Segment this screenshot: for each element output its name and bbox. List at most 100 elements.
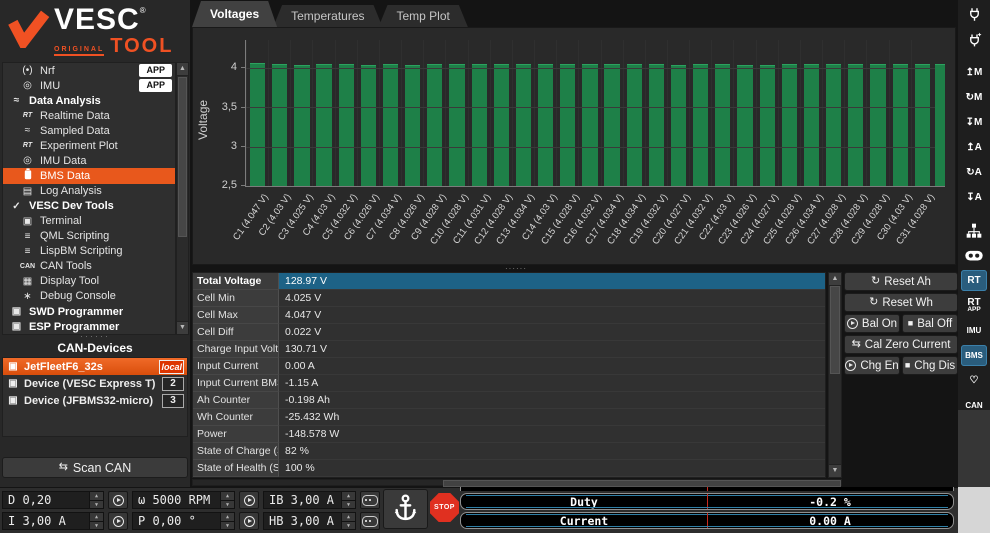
spin-down-icon[interactable]: ▼ bbox=[90, 521, 103, 530]
rt-data-icon[interactable]: RT bbox=[961, 270, 987, 291]
rt-app-icon[interactable]: RTAPP bbox=[961, 295, 987, 316]
spin-up-icon[interactable]: ▲ bbox=[342, 492, 355, 500]
spin-down-icon[interactable]: ▼ bbox=[221, 521, 234, 530]
heart-icon[interactable]: ♡ bbox=[961, 370, 987, 391]
duty-setpoint-input[interactable]: D 0,20▲▼ bbox=[2, 491, 104, 509]
position-setpoint-input[interactable]: P 0,00 °▲▼ bbox=[132, 512, 235, 530]
scroll-up-icon[interactable]: ▲ bbox=[177, 63, 188, 76]
spin-down-icon[interactable]: ▼ bbox=[90, 500, 103, 509]
tab-temperatures[interactable]: Temperatures bbox=[273, 5, 382, 27]
spin-down-icon[interactable]: ▼ bbox=[221, 500, 234, 509]
table-row-cell-min[interactable]: Cell Min4.025 V bbox=[193, 290, 825, 307]
tab-temp-plot[interactable]: Temp Plot bbox=[379, 5, 468, 27]
spin-down-icon[interactable]: ▼ bbox=[342, 521, 355, 530]
chg-en-button[interactable]: Chg En bbox=[844, 356, 900, 375]
bms-page-icon[interactable]: BMS bbox=[961, 345, 987, 366]
spinner-arrows[interactable]: ▲▼ bbox=[220, 513, 234, 529]
read-motor-config-icon[interactable]: ↧M bbox=[961, 112, 987, 133]
connect-icon[interactable] bbox=[961, 4, 987, 25]
imu-page-icon[interactable]: IMU bbox=[961, 320, 987, 341]
spinner-arrows[interactable]: ▲▼ bbox=[89, 513, 103, 529]
write-motor-config-icon[interactable]: ↥M bbox=[961, 62, 987, 83]
reload-app-config-icon[interactable]: ↻A bbox=[961, 162, 987, 183]
sidebar-item-qml-scripting[interactable]: ≡QML Scripting bbox=[3, 229, 175, 244]
tab-voltages[interactable]: Voltages bbox=[192, 1, 277, 27]
scrollbar-thumb[interactable] bbox=[830, 286, 840, 374]
current-brake-setpoint-input[interactable]: IB 3,00 A▲▼ bbox=[263, 491, 356, 509]
handbrake-setpoint-input[interactable]: HB 3,00 A▲▼ bbox=[263, 512, 356, 530]
sidebar-item-vesc-dev-tools[interactable]: ✓VESC Dev Tools bbox=[3, 199, 175, 214]
scrollbar-thumb[interactable] bbox=[443, 480, 841, 487]
can-device-device-jfbms32-micro[interactable]: ▣Device (JFBMS32-micro)3 bbox=[3, 392, 187, 409]
write-app-config-icon[interactable]: ↥A bbox=[961, 137, 987, 158]
can-device-jetfleetf6-32s[interactable]: ▣JetFleetF6_32slocal bbox=[3, 358, 187, 375]
sidebar-item-can-tools[interactable]: CANCAN Tools bbox=[3, 259, 175, 274]
spin-up-icon[interactable]: ▲ bbox=[221, 492, 234, 500]
table-row-wh-counter[interactable]: Wh Counter-25.432 Wh bbox=[193, 409, 825, 426]
sidebar-item-display-tool[interactable]: ▦Display Tool bbox=[3, 274, 175, 289]
spin-up-icon[interactable]: ▲ bbox=[90, 513, 103, 521]
bal-off-button[interactable]: ■Bal Off bbox=[902, 314, 958, 333]
keyboard-control-button[interactable] bbox=[360, 512, 380, 530]
sidebar-item-debug-console[interactable]: ∗Debug Console bbox=[3, 289, 175, 304]
sidebar-item-sampled-data[interactable]: ≈Sampled Data bbox=[3, 123, 175, 138]
read-app-config-icon[interactable]: ↧A bbox=[961, 187, 987, 208]
sidebar-item-imu[interactable]: ◎IMUAPP bbox=[3, 78, 175, 93]
scan-can-button[interactable]: ⇆ Scan CAN bbox=[2, 457, 188, 478]
spin-down-icon[interactable]: ▼ bbox=[342, 500, 355, 509]
scroll-down-icon[interactable]: ▼ bbox=[829, 464, 841, 477]
scroll-up-icon[interactable]: ▲ bbox=[829, 273, 841, 286]
table-horizontal-scrollbar[interactable] bbox=[192, 479, 842, 486]
spinner-arrows[interactable]: ▲▼ bbox=[341, 513, 355, 529]
spin-up-icon[interactable]: ▲ bbox=[221, 513, 234, 521]
table-row-cell-diff[interactable]: Cell Diff0.022 V bbox=[193, 324, 825, 341]
reset-wh-button[interactable]: ↻Reset Wh bbox=[844, 293, 958, 312]
can-network-icon[interactable] bbox=[961, 220, 987, 241]
table-row-ah-counter[interactable]: Ah Counter-0.198 Ah bbox=[193, 392, 825, 409]
table-row-state-of-charge-soc[interactable]: State of Charge (SoC)82 % bbox=[193, 443, 825, 460]
sidebar-splitter-handle[interactable]: ······ bbox=[0, 332, 190, 341]
spinner-arrows[interactable]: ▲▼ bbox=[220, 492, 234, 508]
table-row-charge-input-voltage[interactable]: Charge Input Voltage130.71 V bbox=[193, 341, 825, 358]
position-setpoint-play-button[interactable] bbox=[239, 512, 259, 530]
sidebar-item-swd-programmer[interactable]: ▣SWD Programmer bbox=[3, 304, 175, 319]
can-device-device-vesc-express-t[interactable]: ▣Device (VESC Express T)2 bbox=[3, 375, 187, 392]
sidebar-item-imu-data[interactable]: ◎IMU Data bbox=[3, 153, 175, 168]
sidebar-scrollbar[interactable]: ▲ ▼ bbox=[176, 62, 189, 335]
sidebar-item-data-analysis[interactable]: ≈Data Analysis bbox=[3, 93, 175, 108]
speed-setpoint-play-button[interactable] bbox=[239, 491, 259, 509]
sidebar-item-nrf[interactable]: (•)NrfAPP bbox=[3, 63, 175, 78]
table-scrollbar[interactable]: ▲ ▼ bbox=[828, 272, 842, 478]
disconnect-icon[interactable] bbox=[961, 29, 987, 50]
chg-dis-button[interactable]: ■Chg Dis bbox=[902, 356, 958, 375]
current-setpoint-input[interactable]: I 3,00 A▲▼ bbox=[2, 512, 104, 530]
chart-table-splitter-handle[interactable]: ······ bbox=[192, 265, 840, 272]
sidebar-item-realtime-data[interactable]: RTRealtime Data bbox=[3, 108, 175, 123]
spinner-arrows[interactable]: ▲▼ bbox=[89, 492, 103, 508]
sidebar-item-terminal[interactable]: ▣Terminal bbox=[3, 214, 175, 229]
table-row-power[interactable]: Power-148.578 W bbox=[193, 426, 825, 443]
reset-ah-button[interactable]: ↻Reset Ah bbox=[844, 272, 958, 291]
spinner-arrows[interactable]: ▲▼ bbox=[341, 492, 355, 508]
table-row-cell-max[interactable]: Cell Max4.047 V bbox=[193, 307, 825, 324]
spin-up-icon[interactable]: ▲ bbox=[342, 513, 355, 521]
table-row-input-current[interactable]: Input Current0.00 A bbox=[193, 358, 825, 375]
sidebar-item-experiment-plot[interactable]: RTExperiment Plot bbox=[3, 138, 175, 153]
sidebar-item-bms-data[interactable]: BMS Data bbox=[3, 168, 175, 183]
scrollbar-thumb[interactable] bbox=[178, 77, 187, 237]
table-row-input-current-bms-ic[interactable]: Input Current BMS IC-1.15 A bbox=[193, 375, 825, 392]
spin-up-icon[interactable]: ▲ bbox=[90, 492, 103, 500]
cal-zero-current-button[interactable]: ⇆Cal Zero Current bbox=[844, 335, 958, 354]
keyboard-control-button[interactable] bbox=[360, 491, 380, 509]
table-row-state-of-health-soh[interactable]: State of Health (SoH)100 % bbox=[193, 460, 825, 477]
table-row-total-voltage[interactable]: Total Voltage128.97 V bbox=[193, 273, 825, 290]
reload-motor-config-icon[interactable]: ↻M bbox=[961, 87, 987, 108]
current-setpoint-play-button[interactable] bbox=[108, 512, 128, 530]
anchor-button[interactable] bbox=[383, 489, 428, 529]
sidebar-item-log-analysis[interactable]: ▤Log Analysis bbox=[3, 184, 175, 199]
sidebar-item-lispbm-scripting[interactable]: ≡LispBM Scripting bbox=[3, 244, 175, 259]
duty-setpoint-play-button[interactable] bbox=[108, 491, 128, 509]
gamepad-icon[interactable] bbox=[961, 245, 987, 266]
speed-setpoint-input[interactable]: ω 5000 RPM▲▼ bbox=[132, 491, 235, 509]
bal-on-button[interactable]: Bal On bbox=[844, 314, 900, 333]
